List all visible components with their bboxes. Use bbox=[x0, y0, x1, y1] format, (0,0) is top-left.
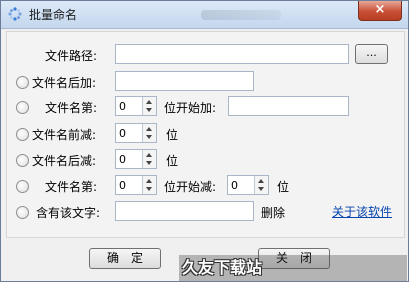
remove-position-stepper[interactable]: 0 bbox=[115, 175, 157, 195]
suffix-input[interactable] bbox=[115, 71, 254, 91]
trim-front-value: 0 bbox=[119, 127, 126, 140]
radio-trim-back[interactable] bbox=[16, 154, 29, 167]
trim-back-label: 文件名后减: bbox=[32, 154, 97, 168]
stepper-arrows[interactable] bbox=[254, 176, 268, 194]
ok-button[interactable]: 确 定 bbox=[89, 248, 161, 269]
stepper-arrows[interactable] bbox=[142, 97, 156, 115]
trim-back-value: 0 bbox=[119, 153, 126, 166]
stepper-arrows[interactable] bbox=[142, 150, 156, 168]
unit-label: 位 bbox=[166, 128, 179, 142]
down-arrow-icon[interactable] bbox=[146, 135, 152, 139]
watermark-banner: 久友下载站(www.9upk.com) bbox=[179, 255, 407, 281]
up-arrow-icon[interactable] bbox=[146, 153, 152, 157]
batch-rename-window: 批量命名 × 文件路径: ... 文件名后加: 文件名第: 0 位开始加: 文件… bbox=[0, 0, 409, 282]
unit-label: 位 bbox=[277, 180, 290, 194]
blurred-title-text bbox=[201, 10, 281, 20]
radio-remove-at[interactable] bbox=[16, 180, 29, 193]
insert-text-input[interactable] bbox=[228, 96, 349, 116]
stepper-arrows[interactable] bbox=[142, 124, 156, 142]
unit-label: 位 bbox=[166, 154, 179, 168]
browse-button[interactable]: ... bbox=[355, 44, 388, 64]
insert-position-value: 0 bbox=[119, 100, 126, 113]
file-path-label: 文件路径: bbox=[45, 49, 98, 63]
app-icon bbox=[8, 7, 22, 21]
radio-contains-text[interactable] bbox=[16, 206, 29, 219]
file-path-input[interactable] bbox=[115, 44, 349, 64]
close-window-button[interactable]: × bbox=[358, 1, 402, 21]
radio-trim-front[interactable] bbox=[16, 128, 29, 141]
start-add-label: 位开始加: bbox=[164, 101, 217, 115]
nth-label-add: 文件名第: bbox=[45, 101, 98, 115]
contains-label: 含有该文字: bbox=[36, 206, 101, 220]
down-arrow-icon[interactable] bbox=[146, 108, 152, 112]
delete-label: 删除 bbox=[261, 206, 286, 220]
window-title: 批量命名 bbox=[29, 8, 78, 22]
up-arrow-icon[interactable] bbox=[146, 100, 152, 104]
up-arrow-icon[interactable] bbox=[146, 179, 152, 183]
remove-position-value: 0 bbox=[119, 179, 126, 192]
down-arrow-icon[interactable] bbox=[146, 161, 152, 165]
up-arrow-icon[interactable] bbox=[146, 127, 152, 131]
suffix-label: 文件名后加: bbox=[32, 76, 97, 90]
stepper-arrows[interactable] bbox=[142, 176, 156, 194]
trim-back-stepper[interactable]: 0 bbox=[115, 149, 157, 169]
trim-front-stepper[interactable]: 0 bbox=[115, 123, 157, 143]
about-link[interactable]: 关于该软件 bbox=[332, 203, 392, 220]
remove-count-value: 0 bbox=[231, 179, 238, 192]
nth-label-sub: 文件名第: bbox=[45, 180, 98, 194]
radio-insert-at[interactable] bbox=[16, 101, 29, 114]
down-arrow-icon[interactable] bbox=[146, 187, 152, 191]
start-sub-label: 位开始减: bbox=[164, 180, 217, 194]
up-arrow-icon[interactable] bbox=[258, 179, 264, 183]
remove-count-stepper[interactable]: 0 bbox=[227, 175, 269, 195]
radio-suffix[interactable] bbox=[16, 76, 29, 89]
insert-position-stepper[interactable]: 0 bbox=[115, 96, 157, 116]
title-bar: 批量命名 × bbox=[1, 1, 408, 29]
contains-text-input[interactable] bbox=[115, 201, 254, 221]
down-arrow-icon[interactable] bbox=[258, 187, 264, 191]
trim-front-label: 文件名前减: bbox=[32, 128, 97, 142]
